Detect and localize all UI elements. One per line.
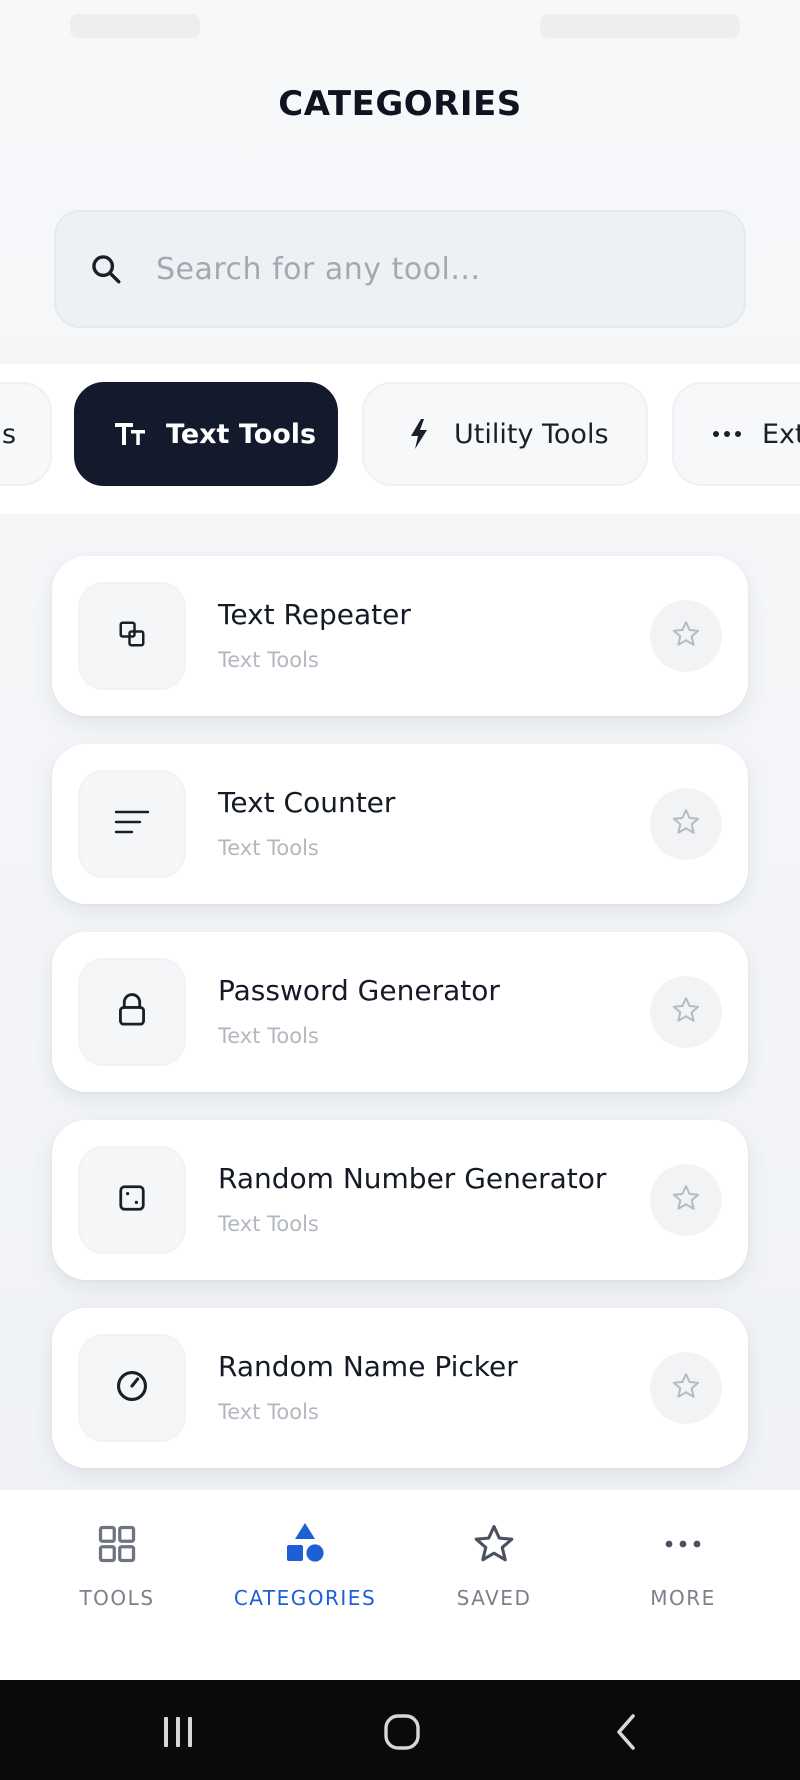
- tool-icon-tile: [78, 1146, 186, 1254]
- favorite-button[interactable]: [650, 976, 722, 1048]
- status-bar: [0, 0, 800, 56]
- back-button[interactable]: [596, 1710, 656, 1754]
- chip-utility-tools[interactable]: Utility Tools: [362, 382, 648, 486]
- favorite-button[interactable]: [650, 1164, 722, 1236]
- app-screen: CATEGORIES s Text Tools: [0, 0, 800, 1780]
- chip-partial-left[interactable]: s: [0, 382, 52, 486]
- star-outline-icon: [671, 995, 701, 1029]
- tool-category: Text Tools: [218, 836, 319, 860]
- chip-label: Utility Tools: [454, 418, 609, 450]
- home-button[interactable]: [372, 1710, 432, 1754]
- system-navigation-bar: [0, 1680, 800, 1780]
- tool-card-text-repeater[interactable]: Text Repeater Text Tools: [52, 556, 748, 716]
- category-chips: s Text Tools Utility Tools Ex: [0, 364, 800, 514]
- star-outline-icon: [671, 1183, 701, 1217]
- favorite-button[interactable]: [650, 788, 722, 860]
- chip-extra[interactable]: Ext: [672, 382, 800, 486]
- copy-icon: [117, 619, 147, 653]
- search-input[interactable]: [156, 251, 716, 287]
- star-icon: [470, 1520, 518, 1568]
- grid-icon: [93, 1520, 141, 1568]
- chip-text-tools[interactable]: Text Tools: [74, 382, 338, 486]
- star-outline-icon: [671, 619, 701, 653]
- tool-icon-tile: [78, 582, 186, 690]
- tool-icon-tile: [78, 770, 186, 878]
- text-size-icon: [114, 417, 148, 451]
- tool-name: Random Name Picker: [218, 1350, 518, 1383]
- favorite-button[interactable]: [650, 1352, 722, 1424]
- tool-card-password-generator[interactable]: Password Generator Text Tools: [52, 932, 748, 1092]
- tool-icon-tile: [78, 1334, 186, 1442]
- nav-label: SAVED: [456, 1586, 532, 1610]
- lock-icon: [116, 992, 148, 1032]
- tool-name: Text Repeater: [218, 598, 411, 631]
- bottom-navigation: TOOLS CATEGORIES SAVED MORE: [0, 1490, 800, 1680]
- gauge-icon: [115, 1369, 149, 1407]
- nav-label: TOOLS: [79, 1586, 155, 1610]
- chip-label: s: [2, 418, 17, 450]
- tool-card-random-name-picker[interactable]: Random Name Picker Text Tools: [52, 1308, 748, 1468]
- search-bar[interactable]: [54, 210, 746, 328]
- star-outline-icon: [671, 1371, 701, 1405]
- nav-categories[interactable]: CATEGORIES: [205, 1520, 405, 1610]
- lines-icon: [114, 809, 150, 839]
- nav-tools[interactable]: TOOLS: [17, 1520, 217, 1610]
- tool-name: Password Generator: [218, 974, 500, 1007]
- star-outline-icon: [671, 807, 701, 841]
- tool-category: Text Tools: [218, 1400, 319, 1424]
- tool-name: Random Number Generator: [218, 1162, 607, 1195]
- tool-card-random-number-generator[interactable]: Random Number Generator Text Tools: [52, 1120, 748, 1280]
- tool-card-text-counter[interactable]: Text Counter Text Tools: [52, 744, 748, 904]
- tool-category: Text Tools: [218, 1212, 319, 1236]
- tool-category: Text Tools: [218, 648, 319, 672]
- search-icon: [86, 249, 126, 289]
- tool-name: Text Counter: [218, 786, 396, 819]
- more-dots-icon: [710, 417, 744, 451]
- shapes-icon: [281, 1520, 329, 1568]
- lightning-icon: [402, 417, 436, 451]
- dice-icon: [117, 1183, 147, 1217]
- favorite-button[interactable]: [650, 600, 722, 672]
- page-title: CATEGORIES: [278, 84, 522, 124]
- tool-icon-tile: [78, 958, 186, 1066]
- chip-label: Ext: [762, 418, 800, 450]
- more-dots-icon: [659, 1520, 707, 1568]
- nav-label: CATEGORIES: [233, 1586, 377, 1610]
- nav-more[interactable]: MORE: [583, 1520, 783, 1610]
- recent-apps-button[interactable]: [148, 1710, 208, 1754]
- nav-saved[interactable]: SAVED: [394, 1520, 594, 1610]
- chip-label: Text Tools: [166, 418, 317, 450]
- tool-category: Text Tools: [218, 1024, 319, 1048]
- nav-label: MORE: [650, 1586, 716, 1610]
